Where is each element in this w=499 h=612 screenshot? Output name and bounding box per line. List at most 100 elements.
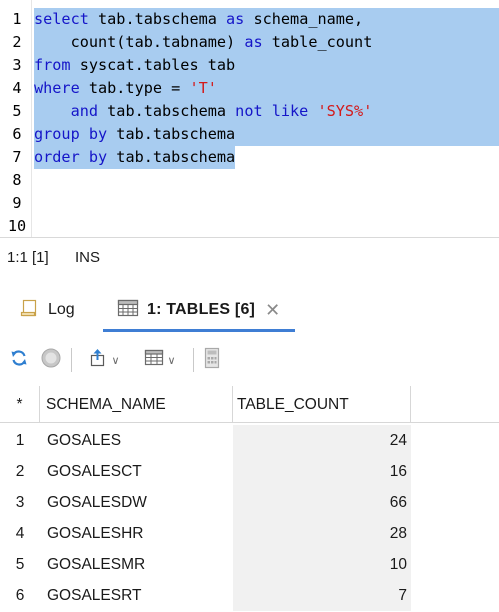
row-number-header[interactable]: *: [0, 386, 40, 423]
cell-table-count[interactable]: 24: [233, 425, 411, 456]
editor-line[interactable]: 6 group by tab.tabschema: [0, 123, 499, 146]
row-number[interactable]: 2: [0, 456, 40, 487]
close-icon[interactable]: ✕: [265, 301, 280, 319]
table-row[interactable]: 5 GOSALESMR 10: [0, 549, 499, 580]
sql-text: syscat.tables tab: [70, 56, 236, 74]
sql-keyword: select: [34, 10, 89, 28]
cell-table-count[interactable]: 7: [233, 580, 411, 611]
code-text: where tab.type = 'T': [34, 77, 499, 100]
sql-text: tab.tabschema: [107, 125, 236, 143]
toolbar-separator: [71, 348, 72, 372]
sql-text: tab.tabschema: [88, 10, 227, 28]
line-number: 3: [12, 56, 22, 74]
result-tabs: Log 1: TABLES [6] ✕: [0, 288, 499, 332]
sql-text: tab.tabschema: [107, 148, 236, 166]
header-filler: [411, 386, 499, 423]
code-text: and tab.tabschema not like 'SYS%': [34, 100, 499, 123]
row-number[interactable]: 5: [0, 549, 40, 580]
cell-table-count[interactable]: 10: [233, 549, 411, 580]
column-header-table-count[interactable]: TABLE_COUNT: [233, 386, 411, 423]
tab-log[interactable]: Log: [20, 288, 75, 332]
sql-keyword: as: [244, 33, 263, 51]
cell-schema-name[interactable]: GOSALESHR: [40, 518, 233, 549]
sql-keyword: from: [34, 56, 71, 74]
code-text: group by tab.tabschema: [34, 123, 499, 146]
table-row[interactable]: 3 GOSALESDW 66: [0, 487, 499, 518]
table-row[interactable]: 4 GOSALESHR 28: [0, 518, 499, 549]
cell-schema-name[interactable]: GOSALESCT: [40, 456, 233, 487]
editor-line[interactable]: 5 and tab.tabschema not like 'SYS%': [0, 100, 499, 123]
table-row[interactable]: 2 GOSALESCT 16: [0, 456, 499, 487]
cell-table-count[interactable]: 28: [233, 518, 411, 549]
sql-keyword: where: [34, 79, 80, 97]
cell-schema-name[interactable]: GOSALES: [40, 425, 233, 456]
line-number: 6: [12, 125, 22, 143]
grid-view-icon: [144, 349, 164, 372]
code-text: count(tab.tabname) as table_count: [34, 31, 499, 54]
tab-tables[interactable]: 1: TABLES [6] ✕: [103, 288, 295, 332]
editor-line[interactable]: 9: [0, 192, 499, 215]
chevron-down-icon: ∨: [111, 354, 120, 367]
line-number: 1: [12, 10, 22, 28]
editor-line[interactable]: 3 from syscat.tables tab: [0, 54, 499, 77]
code-text: order by tab.tabschema: [34, 146, 236, 169]
toolbar-separator: [193, 348, 194, 372]
line-number: 4: [12, 79, 22, 97]
export-icon: [88, 348, 108, 373]
tab-log-label: Log: [48, 301, 75, 318]
row-number[interactable]: 1: [0, 425, 40, 456]
line-number: 8: [12, 171, 22, 189]
sql-keyword: group by: [34, 125, 108, 143]
app-root: 1 select tab.tabschema as schema_name, 2 c…: [0, 0, 499, 612]
grid-view-button[interactable]: ∨: [134, 346, 186, 374]
cell-schema-name[interactable]: GOSALESRT: [40, 580, 233, 611]
line-number: 7: [12, 148, 22, 166]
editor-line[interactable]: 8: [0, 169, 499, 192]
line-number: 5: [12, 102, 22, 120]
cell-schema-name[interactable]: GOSALESMR: [40, 549, 233, 580]
table-row[interactable]: 1 GOSALES 24: [0, 425, 499, 456]
refresh-button[interactable]: [6, 346, 32, 374]
line-number: 10: [7, 217, 27, 235]
log-icon: [20, 298, 38, 323]
sql-editor[interactable]: 1 select tab.tabschema as schema_name, 2 c…: [0, 0, 499, 238]
refresh-icon: [9, 348, 29, 373]
row-number[interactable]: 4: [0, 518, 40, 549]
sql-text: table_count: [262, 33, 373, 51]
result-toolbar: ∨ ∨: [0, 342, 499, 378]
export-button[interactable]: ∨: [80, 346, 128, 374]
active-tab-indicator: [103, 329, 295, 332]
row-number[interactable]: 3: [0, 487, 40, 518]
chevron-down-icon: ∨: [167, 354, 176, 367]
row-number[interactable]: 6: [0, 580, 40, 611]
cell-schema-name[interactable]: GOSALESDW: [40, 487, 233, 518]
sql-string: 'T': [189, 79, 217, 97]
editor-line[interactable]: 7 order by tab.tabschema: [0, 146, 499, 169]
sql-keyword: not like: [235, 102, 309, 120]
calculator-button[interactable]: [199, 346, 225, 374]
column-header-schema-name[interactable]: SCHEMA_NAME: [40, 386, 233, 423]
sql-text: tab.tabschema: [98, 102, 236, 120]
code-text: select tab.tabschema as schema_name,: [34, 8, 499, 31]
editor-line[interactable]: 1 select tab.tabschema as schema_name,: [0, 8, 499, 31]
cell-table-count[interactable]: 16: [233, 456, 411, 487]
cursor-position: 1:1 [1]: [7, 249, 49, 266]
table-row[interactable]: 6 GOSALESRT 7: [0, 580, 499, 611]
stop-button[interactable]: [38, 346, 64, 374]
tab-tables-label: 1: TABLES [6]: [147, 301, 256, 318]
editor-line[interactable]: 2 count(tab.tabname) as table_count: [0, 31, 499, 54]
insert-mode-indicator: INS: [75, 249, 101, 266]
sql-keyword: order by: [34, 148, 108, 166]
sql-keyword: as: [226, 10, 245, 28]
editor-line[interactable]: 4 where tab.type = 'T': [0, 77, 499, 100]
line-number: 9: [12, 194, 22, 212]
sql-string: 'SYS%': [317, 102, 373, 120]
sql-text: count(tab.tabname): [34, 33, 245, 51]
sql-text: schema_name,: [244, 10, 364, 28]
calculator-icon: [204, 347, 220, 374]
cell-table-count[interactable]: 66: [233, 487, 411, 518]
editor-line[interactable]: 10: [0, 215, 499, 238]
line-number: 2: [12, 33, 22, 51]
code-text: from syscat.tables tab: [34, 54, 499, 77]
